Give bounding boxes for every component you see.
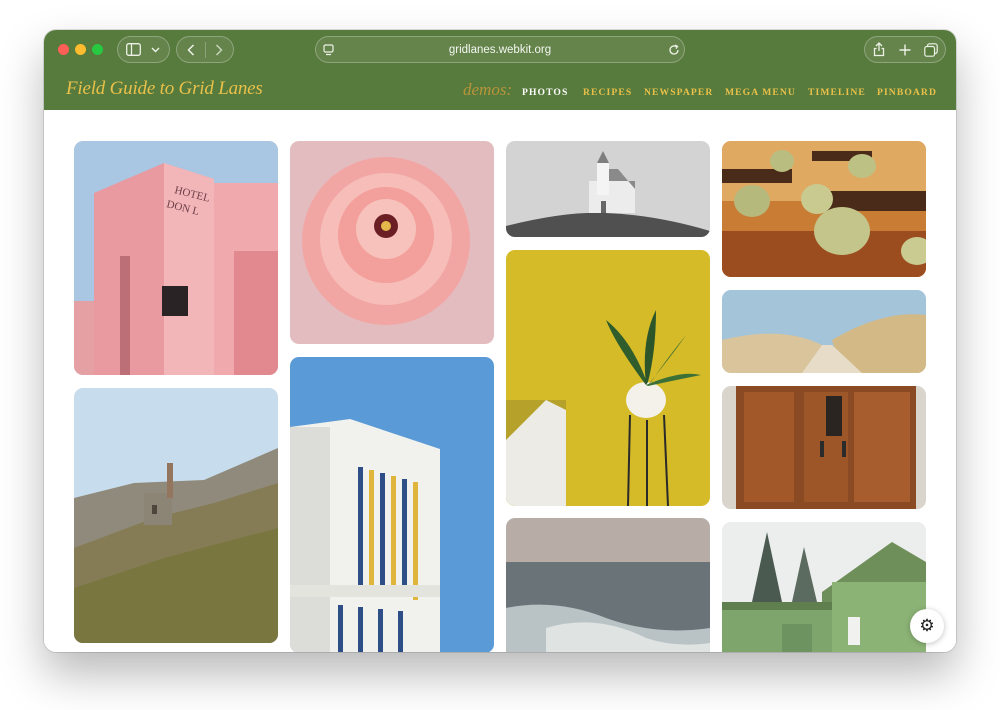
photo-dunes[interactable]: [722, 290, 926, 373]
site-title[interactable]: Field Guide to Grid Lanes: [66, 78, 263, 100]
browser-toolbar: gridlanes.webkit.org: [44, 30, 956, 70]
share-icon[interactable]: [873, 42, 885, 57]
ocean-image: [506, 518, 710, 652]
photo-engine-house[interactable]: [74, 388, 278, 643]
forward-icon[interactable]: [215, 44, 223, 56]
photo-grid: HOTEL DON L: [44, 110, 956, 652]
url-text: gridlanes.webkit.org: [448, 44, 552, 56]
photo-pink-flower[interactable]: [290, 141, 494, 344]
toolbar-actions: [864, 36, 946, 63]
sidebar-icon: [126, 43, 141, 56]
nav-timeline[interactable]: TIMELINE: [808, 87, 866, 98]
pink-flower-image: [290, 141, 494, 344]
dunes-image: [722, 290, 926, 373]
zoom-window-button[interactable]: [92, 44, 103, 55]
back-icon[interactable]: [187, 44, 195, 56]
new-tab-icon[interactable]: [899, 44, 911, 56]
reload-icon[interactable]: [668, 44, 680, 56]
chevron-down-icon[interactable]: [151, 47, 160, 53]
nav-pinboard[interactable]: PINBOARD: [877, 87, 937, 98]
demos-label: demos:: [463, 80, 513, 99]
chapel-image: [506, 141, 710, 237]
photo-pink-hotel[interactable]: HOTEL DON L: [74, 141, 278, 375]
cafe-image: [722, 141, 926, 277]
photo-cafe[interactable]: [722, 141, 926, 277]
gear-icon: ⚙: [919, 616, 935, 635]
blue-building-image: [290, 357, 494, 652]
browser-window: gridlanes.webkit.org Field Guide to Grid…: [44, 30, 956, 652]
plant-image: [506, 250, 710, 506]
close-window-button[interactable]: [58, 44, 69, 55]
nav-newspaper[interactable]: NEWSPAPER: [644, 87, 713, 98]
pink-hotel-image: HOTEL DON L: [74, 141, 278, 375]
site-header: Field Guide to Grid Lanes demos: PHOTOS …: [44, 70, 956, 110]
nav-recipes[interactable]: RECIPES: [583, 87, 632, 98]
nav-photos[interactable]: PHOTOS: [522, 87, 568, 98]
photo-door[interactable]: [722, 386, 926, 509]
door-image: [722, 386, 926, 509]
photo-ocean[interactable]: [506, 518, 710, 652]
photo-plant[interactable]: [506, 250, 710, 506]
nav-divider: [205, 42, 206, 58]
photo-chapel[interactable]: [506, 141, 710, 237]
photo-green-house[interactable]: [722, 522, 926, 652]
photo-blue-building[interactable]: [290, 357, 494, 652]
tabs-overview-icon[interactable]: [924, 43, 938, 57]
address-bar[interactable]: gridlanes.webkit.org: [315, 36, 685, 63]
nav-mega-menu[interactable]: MEGA MENU: [725, 87, 796, 98]
green-house-image: [722, 522, 926, 652]
sidebar-toggle-button[interactable]: [117, 36, 170, 63]
engine-house-image: [74, 388, 278, 643]
minimize-window-button[interactable]: [75, 44, 86, 55]
settings-button[interactable]: ⚙: [910, 609, 944, 643]
history-nav: [176, 36, 234, 63]
